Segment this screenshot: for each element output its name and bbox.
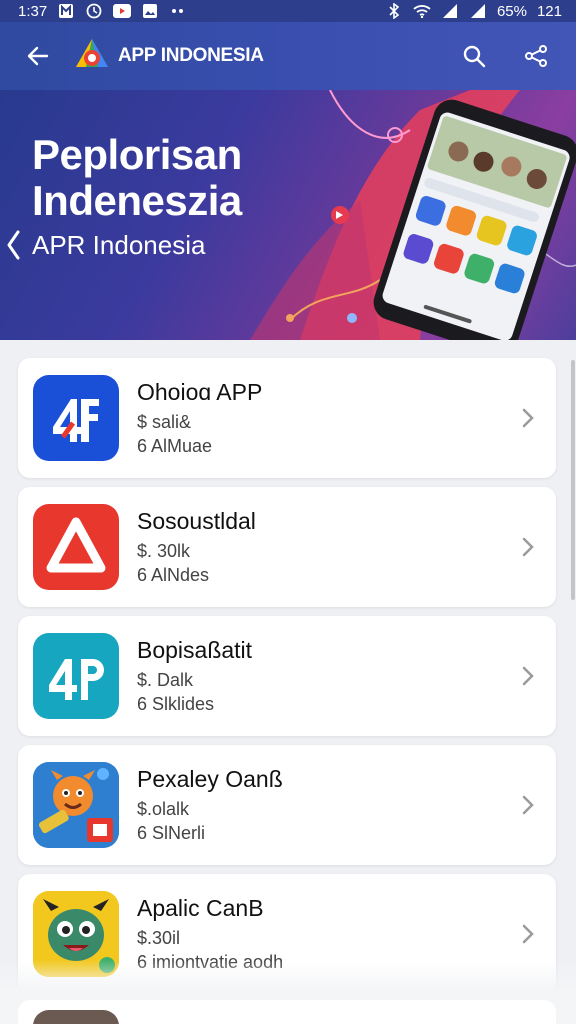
app-card[interactable]: Pexaley Oanß $.olalk 6 SlNerli	[18, 745, 556, 865]
chevron-right-icon	[516, 664, 540, 688]
hero-subtitle: APR Indonesia	[32, 230, 206, 260]
wifi-icon	[413, 3, 431, 19]
chevron-right-icon	[516, 535, 540, 559]
share-icon	[525, 45, 547, 67]
notification-image-icon	[141, 3, 159, 19]
app-bar: APP INDONESIA	[0, 22, 576, 90]
app-card[interactable]: Sosoustldal $. 30lk 6 AlNdes	[18, 487, 556, 607]
game-monster-icon	[33, 762, 119, 848]
app-name: Apalic CanB	[137, 894, 264, 921]
partial-app-icon	[33, 1010, 119, 1024]
app-card[interactable]: Ohoioɑ APP $ sali& 6 AlMuae	[18, 358, 556, 478]
status-extra: 121	[536, 2, 562, 20]
app-meta: 6 AlNdes	[137, 564, 210, 585]
hero-title-line1: Peplorisan	[32, 131, 242, 178]
hero-title: Peplorisan Indeneszia	[32, 132, 242, 224]
notification-youtube-icon	[113, 3, 132, 19]
app-card[interactable]: Bopisaßatit $. Dalk 6 Slklides	[18, 616, 556, 736]
chevron-right-icon	[516, 793, 540, 817]
app-price: $. Dalk	[137, 669, 194, 690]
scrollbar[interactable]	[571, 360, 575, 600]
app-name: Bopisaßatit	[137, 636, 253, 663]
signal-icon-2	[469, 3, 487, 19]
status-left: 1:37	[18, 3, 187, 20]
app-logo-icon	[72, 36, 112, 76]
back-button[interactable]	[20, 38, 56, 74]
signal-icon-1	[441, 3, 459, 19]
hero-banner[interactable]: Peplorisan Indeneszia APR Indonesia	[0, 90, 576, 340]
chevron-left-icon	[7, 230, 20, 260]
more-dots-icon	[169, 3, 187, 19]
app-info: Pexaley Oanß $.olalk 6 SlNerli	[137, 766, 516, 845]
notification-circle-icon	[85, 3, 103, 19]
app-price: $.olalk	[137, 798, 190, 819]
hero-title-line2: Indeneszia	[32, 177, 242, 224]
battery-percentage: 65%	[496, 2, 527, 20]
app-price: $ sali&	[137, 411, 192, 432]
chevron-right-icon	[516, 922, 540, 946]
triangle-logo-red-icon	[33, 504, 119, 590]
status-time: 1:37	[18, 2, 48, 20]
app-info: Bopisaßatit $. Dalk 6 Slklides	[137, 637, 516, 716]
app-name: Pexaley Oanß	[137, 765, 283, 792]
app-meta: 6 SlNerli	[137, 822, 206, 843]
ap-logo-teal-icon	[33, 633, 119, 719]
ap-logo-blue-icon	[33, 375, 119, 461]
status-right: 65% 121	[385, 3, 562, 20]
app-meta: 6 AlMuae	[137, 435, 213, 456]
notification-m-icon	[57, 3, 75, 19]
app-price: $. 30lk	[137, 540, 191, 561]
app-title: APP INDONESIA	[118, 45, 264, 66]
app-name: Ohoioɑ APP	[137, 378, 263, 405]
hero-prev-button[interactable]	[2, 228, 24, 262]
bluetooth-icon	[385, 3, 403, 19]
search-icon	[463, 45, 486, 68]
app-info: Ohoioɑ APP $ sali& 6 AlMuae	[137, 379, 516, 458]
chevron-right-icon	[516, 406, 540, 430]
back-arrow-icon	[27, 46, 49, 66]
status-bar: 1:37 65% 121	[0, 0, 576, 22]
app-list: Ohoioɑ APP $ sali& 6 AlMuae Sosoustldal …	[18, 358, 558, 1003]
app-name: Sosoustldal	[137, 507, 256, 534]
app-meta: 6 Slklides	[137, 693, 215, 714]
app-info: Sosoustldal $. 30lk 6 AlNdes	[137, 508, 516, 587]
search-button[interactable]	[454, 36, 494, 76]
app-card-partial[interactable]	[18, 1000, 556, 1024]
share-button[interactable]	[516, 36, 556, 76]
app-price: $.30il	[137, 927, 181, 948]
